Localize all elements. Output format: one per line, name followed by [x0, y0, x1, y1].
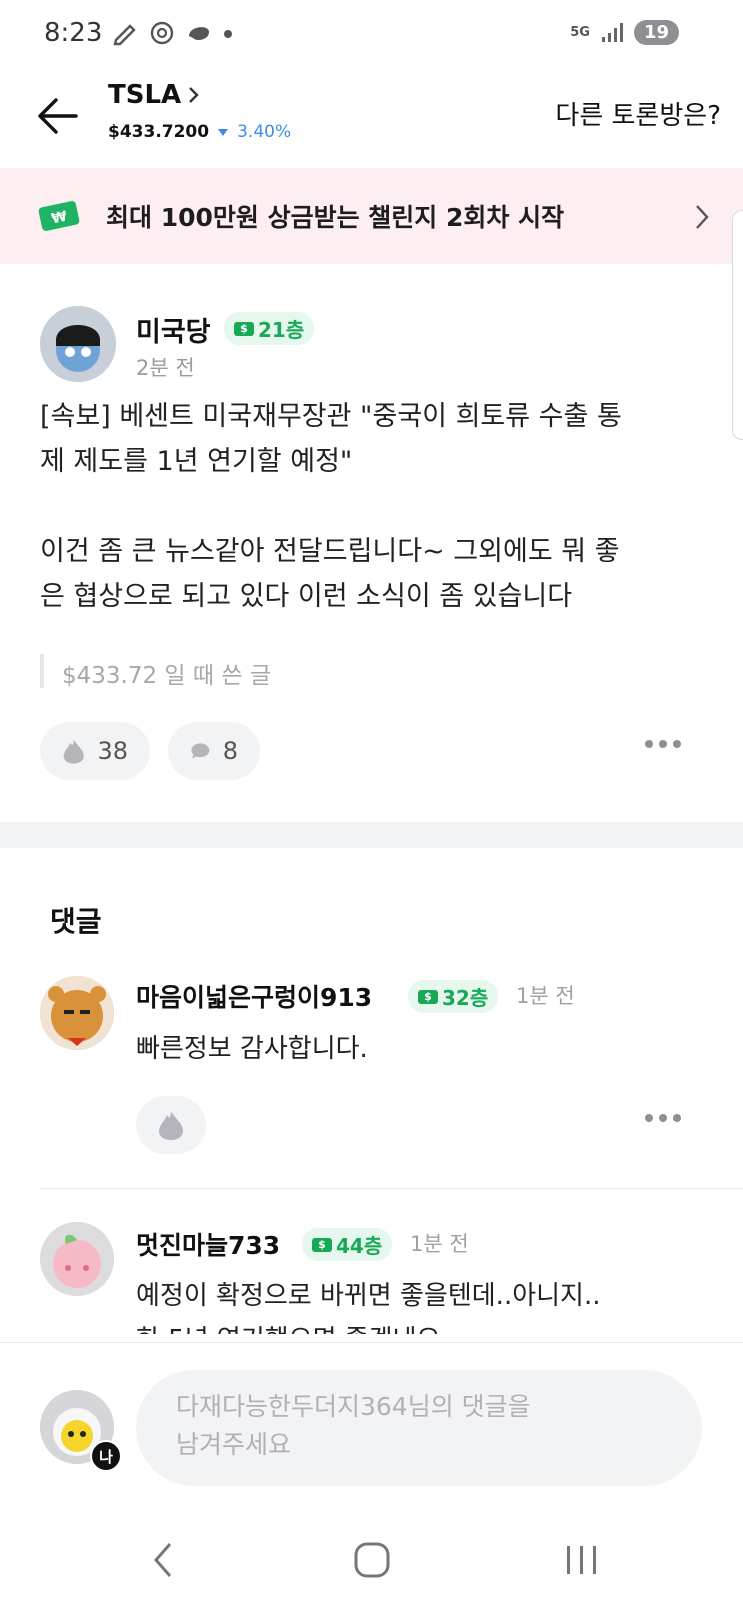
dot-icon	[224, 30, 232, 38]
level-badge: $ 21층	[224, 312, 315, 345]
section-divider	[0, 822, 743, 848]
home-square-icon	[354, 1542, 390, 1578]
thread-icon	[189, 27, 209, 40]
scroll-indicator[interactable]	[732, 210, 743, 440]
comment-button[interactable]: 8	[168, 722, 260, 780]
comment-input[interactable]: 다재다능한두더지364님의 댓글을 남겨주세요	[136, 1370, 702, 1486]
level-badge: $ 44층	[302, 1228, 393, 1261]
comments-heading: 댓글	[50, 905, 102, 938]
avatar[interactable]	[40, 306, 116, 382]
dot-icon	[645, 740, 653, 748]
dot-icon	[659, 1114, 667, 1122]
dollar-icon: $	[418, 989, 438, 1004]
comment-timestamp: 1분 전	[410, 1232, 469, 1256]
more-options-button[interactable]	[645, 740, 681, 748]
dot-icon	[673, 740, 681, 748]
like-button[interactable]: 38	[40, 722, 150, 780]
avatar[interactable]	[40, 976, 114, 1050]
quote-bar	[40, 654, 44, 688]
comment-divider	[40, 1188, 743, 1189]
chevron-right-icon	[189, 87, 199, 103]
chevron-right-icon	[696, 205, 709, 229]
dot-icon	[645, 1114, 653, 1122]
banner-text: 최대 100만원 상금받는 챌린지 2회차 시작	[106, 203, 565, 232]
comment-timestamp: 1분 전	[516, 984, 575, 1008]
dot-icon	[659, 740, 667, 748]
price-change: 3.40%	[237, 122, 292, 142]
down-triangle-icon	[218, 129, 229, 136]
pencil-icon	[113, 24, 136, 46]
comment-count: 8	[222, 737, 238, 765]
level-badge: $ 32층	[408, 980, 499, 1013]
challenge-banner[interactable]: ₩ 최대 100만원 상금받는 챌린지 2회차 시작	[0, 168, 743, 264]
comment-like-button[interactable]	[136, 1096, 206, 1154]
post-author[interactable]: 미국당	[136, 310, 211, 349]
status-system-icons: 5G 19	[570, 20, 679, 45]
peach-avatar-icon	[40, 1222, 114, 1296]
recents-icon	[567, 1546, 596, 1574]
like-count: 38	[97, 737, 128, 765]
other-rooms-link[interactable]: 다른 토론방은?	[555, 95, 721, 132]
character-avatar-icon	[40, 306, 116, 382]
battery-indicator: 19	[633, 20, 679, 45]
arrow-left-icon	[38, 98, 78, 134]
flame-icon	[159, 1111, 183, 1140]
post-timestamp: 2분 전	[136, 356, 195, 380]
dollar-icon: $	[312, 1237, 332, 1252]
speech-bubble-icon	[191, 743, 210, 759]
avatar[interactable]	[40, 1222, 114, 1296]
current-price: $433.7200	[108, 122, 210, 142]
nav-home-button[interactable]	[352, 1540, 392, 1584]
flame-icon	[63, 739, 84, 764]
bear-avatar-icon	[40, 976, 114, 1050]
level-label: 32층	[442, 986, 489, 1010]
post-body: [속보] 베센트 미국재무장관 "중국이 희토류 수출 통 제 제도를 1년 연…	[40, 401, 622, 612]
status-time: 8:23	[44, 18, 103, 48]
comment-text: 예정이 확정으로 바뀌면 좋을텐데..아니지.. 한 5년 연기했으면 좋겠네요	[136, 1281, 601, 1334]
comment-text: 빠른정보 감사합니다.	[136, 1034, 368, 1064]
me-badge: 나	[90, 1440, 122, 1472]
comment-more-button[interactable]	[645, 1114, 681, 1122]
status-notification-icons	[112, 20, 234, 46]
signal-icon	[601, 22, 623, 42]
dollar-icon: $	[234, 321, 254, 336]
nav-back-button[interactable]	[150, 1540, 176, 1584]
price-row: $433.7200 3.40%	[108, 122, 291, 142]
dot-icon	[673, 1114, 681, 1122]
chevron-left-icon	[154, 1543, 172, 1577]
level-label: 21층	[258, 318, 305, 342]
comment-author[interactable]: 마음이넓은구렁이913	[136, 978, 372, 1014]
back-button[interactable]	[30, 88, 86, 144]
ticker-symbol: TSLA	[108, 80, 182, 110]
comment-author[interactable]: 멋진마늘733	[136, 1226, 280, 1262]
network-label: 5G	[570, 25, 590, 40]
nav-recents-button[interactable]	[562, 1540, 602, 1584]
spiral-icon	[150, 21, 174, 45]
written-at-price: $433.72 일 때 쓴 글	[62, 663, 271, 689]
cash-icon: ₩	[38, 201, 80, 231]
ticker-link[interactable]: TSLA	[108, 80, 201, 110]
level-label: 44층	[336, 1234, 383, 1258]
